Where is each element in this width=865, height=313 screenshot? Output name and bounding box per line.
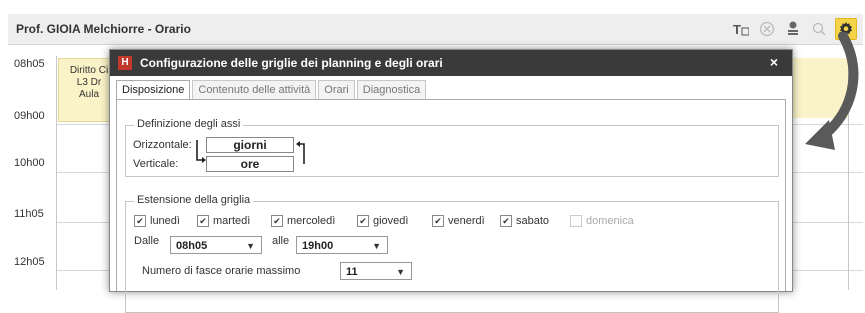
axes-legend: Definizione degli assi	[134, 118, 244, 130]
grid-line	[56, 56, 57, 290]
dialog-title: Configurazione delle griglie dei plannin…	[140, 56, 443, 70]
time-label: 09h00	[14, 110, 45, 122]
vertical-label: Verticale:	[133, 158, 179, 170]
vertical-axis-value[interactable]: ore	[206, 156, 294, 172]
check-icon: ✔	[197, 215, 209, 227]
swap-arrow-right-icon[interactable]	[296, 138, 308, 166]
time-label: 10h00	[14, 157, 45, 169]
window-title: Prof. GIOIA Melchiorre - Orario	[16, 22, 191, 36]
svg-text:T: T	[733, 22, 741, 36]
grid-extent-legend: Estensione della griglia	[134, 194, 254, 206]
time-label: 08h05	[14, 58, 45, 70]
check-icon: ✔	[134, 215, 146, 227]
from-label: Dalle	[134, 235, 160, 247]
tab-orari[interactable]: Orari	[318, 80, 355, 99]
app-logo-icon: H	[118, 56, 132, 70]
checkbox-sabato[interactable]: ✔ sabato	[500, 215, 549, 227]
check-icon: ✔	[357, 215, 369, 227]
dialog-body: Disposizione Contenuto delle attività Or…	[116, 80, 786, 313]
checkbox-venerdi[interactable]: ✔ venerdì	[432, 215, 485, 227]
chevron-down-icon: ▼	[372, 241, 381, 251]
max-slots-label: Numero di fasce orarie massimo	[142, 265, 301, 277]
check-icon: ✔	[271, 215, 283, 227]
tab-panel: Definizione degli assi Orizzontale: Vert…	[116, 99, 786, 313]
chevron-down-icon: ▼	[246, 241, 255, 251]
dialog-titlebar: H Configurazione delle griglie dei plann…	[110, 50, 792, 76]
tab-disposizione[interactable]: Disposizione	[116, 80, 191, 100]
user-badge-icon[interactable]	[783, 19, 803, 39]
checkbox-lunedi[interactable]: ✔ lunedì	[134, 215, 180, 227]
tab-contenuto[interactable]: Contenuto delle attività	[192, 80, 317, 99]
to-label: alle	[272, 235, 290, 247]
grid-extent-group: Estensione della griglia ✔ lunedì ✔ marted…	[125, 194, 779, 313]
checkbox-domenica[interactable]: domenica	[570, 215, 634, 227]
from-time-select[interactable]: 08h05 ▼	[170, 236, 262, 254]
close-icon[interactable]: ×	[770, 54, 778, 70]
check-icon: ✔	[500, 215, 512, 227]
tab-bar: Disposizione Contenuto delle attività Or…	[116, 80, 428, 100]
window-titlebar: Prof. GIOIA Melchiorre - Orario T	[8, 14, 863, 45]
tab-diagnostica[interactable]: Diagnostica	[356, 80, 427, 99]
swap-arrow-left-icon[interactable]	[194, 138, 206, 166]
chevron-down-icon: ▼	[396, 267, 405, 277]
close-circle-icon[interactable]	[757, 19, 777, 39]
time-label: 12h05	[14, 256, 45, 268]
config-dialog: H Configurazione delle griglie dei plann…	[109, 49, 793, 313]
text-format-icon[interactable]: T	[731, 19, 751, 39]
check-icon: ✔	[432, 215, 444, 227]
pointer-arrow-icon	[805, 32, 859, 150]
time-label: 11h05	[14, 208, 44, 220]
checkbox-giovedi[interactable]: ✔ giovedì	[357, 215, 408, 227]
checkbox-martedi[interactable]: ✔ martedì	[197, 215, 250, 227]
max-slots-select[interactable]: 11 ▼	[340, 262, 412, 280]
to-time-select[interactable]: 19h00 ▼	[296, 236, 388, 254]
axes-group: Definizione degli assi Orizzontale: Vert…	[125, 118, 779, 177]
checkbox-mercoledi[interactable]: ✔ mercoledì	[271, 215, 335, 227]
horizontal-axis-value[interactable]: giorni	[206, 137, 294, 153]
horizontal-label: Orizzontale:	[133, 139, 192, 151]
